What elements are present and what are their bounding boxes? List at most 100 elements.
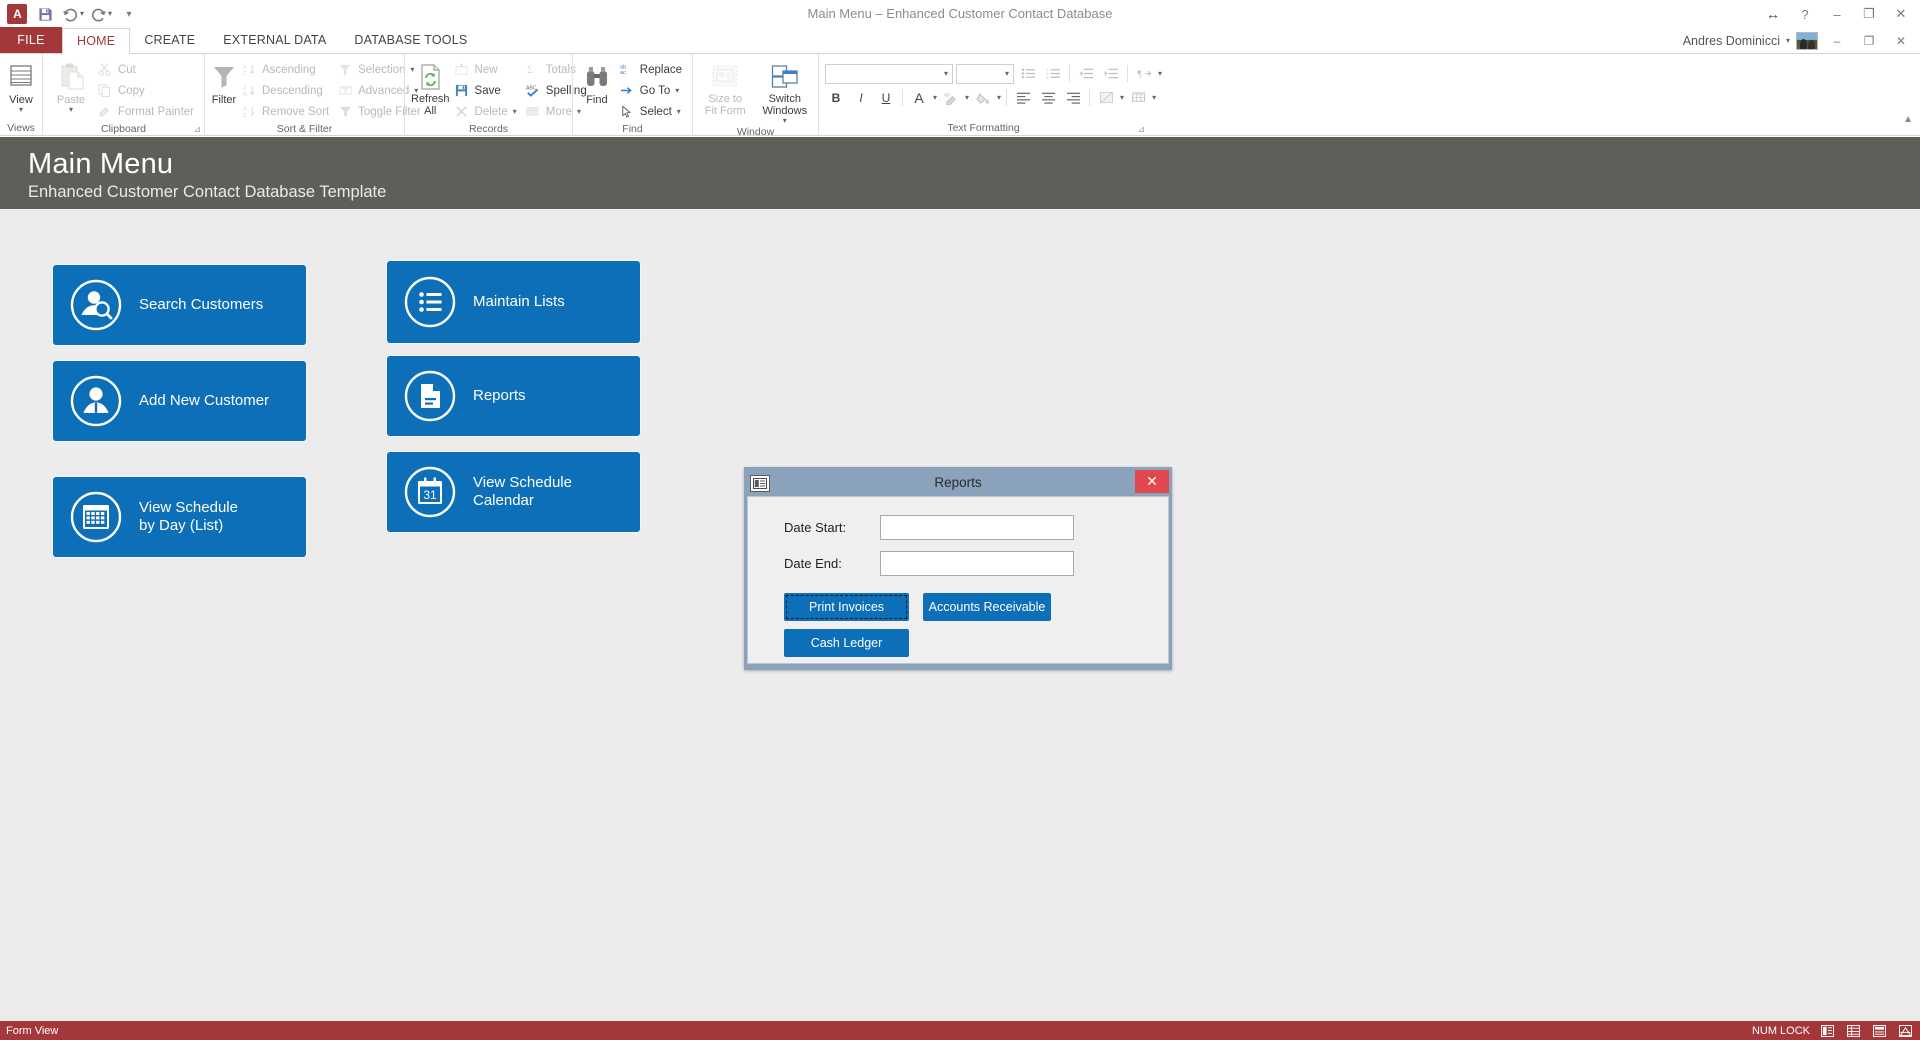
date-end-input[interactable]: [880, 551, 1074, 576]
filter-button[interactable]: Filter: [211, 59, 237, 106]
redo-icon[interactable]: ▾: [88, 2, 114, 26]
nav-button-view-schedule-calendar[interactable]: 31 View Schedule Calendar: [387, 452, 640, 532]
view-chevron-down-icon[interactable]: ▾: [19, 106, 23, 114]
copy-button[interactable]: Copy: [93, 80, 198, 101]
dialog-close-button[interactable]: ✕: [1135, 470, 1169, 493]
nav-label-line-1: View Schedule: [139, 499, 238, 516]
save-icon[interactable]: [32, 2, 58, 26]
svg-text:¶: ¶: [1137, 70, 1142, 80]
tab-external-data[interactable]: EXTERNAL DATA: [209, 27, 340, 53]
window-title: Main Menu – Enhanced Customer Contact Da…: [807, 6, 1113, 21]
customize-qat-icon[interactable]: ▾: [116, 2, 142, 26]
bold-button[interactable]: B: [825, 87, 847, 108]
window-controls[interactable]: ↔ ? – ❐ ✕: [1758, 0, 1916, 28]
gridlines-button[interactable]: [1127, 87, 1149, 108]
account-area[interactable]: Andres Dominicci ▾ – ❐ ✕: [1683, 28, 1914, 54]
select-button[interactable]: Select ▾: [615, 101, 686, 122]
datasheet-view-icon[interactable]: [1845, 1023, 1862, 1038]
ribbon-group-records: Refresh All New Save Delete ▾ Σ Totals A…: [404, 54, 587, 136]
increase-indent-button[interactable]: [1100, 63, 1122, 84]
cut-button[interactable]: Cut: [93, 59, 198, 80]
fill-color-button[interactable]: [972, 87, 994, 108]
view-button[interactable]: View ▾: [6, 59, 36, 114]
tab-database-tools[interactable]: DATABASE TOOLS: [340, 27, 481, 53]
undo-icon[interactable]: ▾: [60, 2, 86, 26]
find-button[interactable]: Find: [579, 59, 615, 106]
account-name: Andres Dominicci: [1682, 34, 1780, 48]
date-start-input[interactable]: [880, 515, 1074, 540]
layout-view-icon[interactable]: [1871, 1023, 1888, 1038]
calendar-grid-icon: [53, 490, 139, 544]
tab-home[interactable]: HOME: [62, 28, 131, 54]
account-chevron-down-icon[interactable]: ▾: [1786, 37, 1790, 45]
restore-arrow-icon[interactable]: ↔: [1758, 1, 1788, 27]
group-label-find: Find: [622, 123, 643, 135]
nav-button-reports[interactable]: Reports: [387, 356, 640, 436]
tab-create[interactable]: CREATE: [130, 27, 209, 53]
paste-button[interactable]: Paste ▾: [49, 59, 93, 114]
cash-ledger-button[interactable]: Cash Ledger: [784, 629, 909, 657]
nav-button-maintain-lists[interactable]: Maintain Lists: [387, 261, 640, 343]
ribbon-group-find: Find ab ac Replace Go To ▾ Select ▾ Find: [572, 54, 692, 136]
fill-color-chevron-down-icon[interactable]: ▾: [997, 93, 1001, 102]
restore-doc-button[interactable]: ❐: [1856, 29, 1882, 53]
copy-label: Copy: [117, 84, 145, 97]
bullets-button[interactable]: [1017, 63, 1039, 84]
filter-label: Filter: [211, 94, 237, 106]
italic-button[interactable]: I: [850, 87, 872, 108]
avatar[interactable]: [1796, 32, 1818, 50]
nav-button-search-customers[interactable]: Search Customers: [53, 265, 306, 345]
go-to-button[interactable]: Go To ▾: [615, 80, 686, 101]
font-size-select[interactable]: ▾: [956, 63, 1014, 84]
font-family-select[interactable]: ▾: [825, 63, 953, 84]
tab-file[interactable]: FILE: [0, 27, 62, 53]
highlight-chevron-down-icon[interactable]: ▾: [965, 93, 969, 102]
close-doc-button[interactable]: ✕: [1888, 29, 1914, 53]
font-color-button[interactable]: A: [908, 87, 930, 108]
quick-access-toolbar[interactable]: A ▾ ▾ ▾: [0, 0, 142, 28]
text-formatting-dialog-launcher-icon[interactable]: ⊿: [1137, 124, 1145, 135]
underline-button[interactable]: U: [875, 87, 897, 108]
descending-button[interactable]: ZA Descending: [237, 80, 333, 101]
collapse-ribbon-icon[interactable]: ▲: [1903, 114, 1913, 125]
status-bar: Form View NUM LOCK: [0, 1021, 1920, 1040]
accounts-receivable-button[interactable]: Accounts Receivable: [923, 593, 1051, 621]
size-to-fit-label-1: Size to: [708, 93, 743, 105]
align-right-button[interactable]: [1062, 87, 1084, 108]
help-icon[interactable]: ?: [1790, 1, 1820, 27]
ribbon-tabs[interactable]: FILE HOME CREATE EXTERNAL DATA DATABASE …: [0, 27, 1920, 54]
paste-chevron-down-icon[interactable]: ▾: [69, 106, 73, 114]
restore-button[interactable]: ❐: [1854, 1, 1884, 27]
design-view-icon[interactable]: [1897, 1023, 1914, 1038]
dialog-title-bar[interactable]: Reports ✕: [747, 470, 1169, 496]
switch-windows-chevron-down-icon[interactable]: ▾: [783, 117, 787, 125]
numbering-button[interactable]: 123: [1042, 63, 1064, 84]
new-record-button[interactable]: New: [450, 59, 521, 80]
switch-windows-button[interactable]: Switch Windows ▾: [758, 59, 812, 125]
align-center-button[interactable]: [1037, 87, 1059, 108]
clipboard-dialog-launcher-icon[interactable]: ⊿: [193, 124, 201, 135]
save-record-button[interactable]: Save: [450, 80, 521, 101]
replace-button[interactable]: ab ac Replace: [615, 59, 686, 80]
delete-record-button[interactable]: Delete ▾: [450, 101, 521, 122]
find-label: Find: [586, 94, 608, 106]
decrease-indent-button[interactable]: [1075, 63, 1097, 84]
form-view-icon[interactable]: [1819, 1023, 1836, 1038]
remove-sort-button[interactable]: AZ Remove Sort: [237, 101, 333, 122]
minimize-doc-button[interactable]: –: [1824, 29, 1850, 53]
highlight-button[interactable]: ab: [940, 87, 962, 108]
minimize-button[interactable]: –: [1822, 1, 1852, 27]
refresh-all-button[interactable]: Refresh All: [411, 59, 450, 117]
ascending-button[interactable]: AZ Ascending: [237, 59, 333, 80]
align-left-button[interactable]: [1012, 87, 1034, 108]
print-invoices-button[interactable]: Print Invoices: [784, 593, 909, 621]
text-direction-button[interactable]: ¶: [1133, 63, 1155, 84]
list-icon: [387, 275, 473, 329]
size-to-fit-form-button[interactable]: Size to Fit Form: [699, 59, 752, 117]
font-color-chevron-down-icon[interactable]: ▾: [933, 93, 937, 102]
format-painter-button[interactable]: Format Painter: [93, 101, 198, 122]
close-button[interactable]: ✕: [1886, 1, 1916, 27]
conditional-formatting-button[interactable]: [1095, 87, 1117, 108]
nav-button-view-schedule-by-day[interactable]: View Schedule by Day (List): [53, 477, 306, 557]
nav-button-add-new-customer[interactable]: Add New Customer: [53, 361, 306, 441]
